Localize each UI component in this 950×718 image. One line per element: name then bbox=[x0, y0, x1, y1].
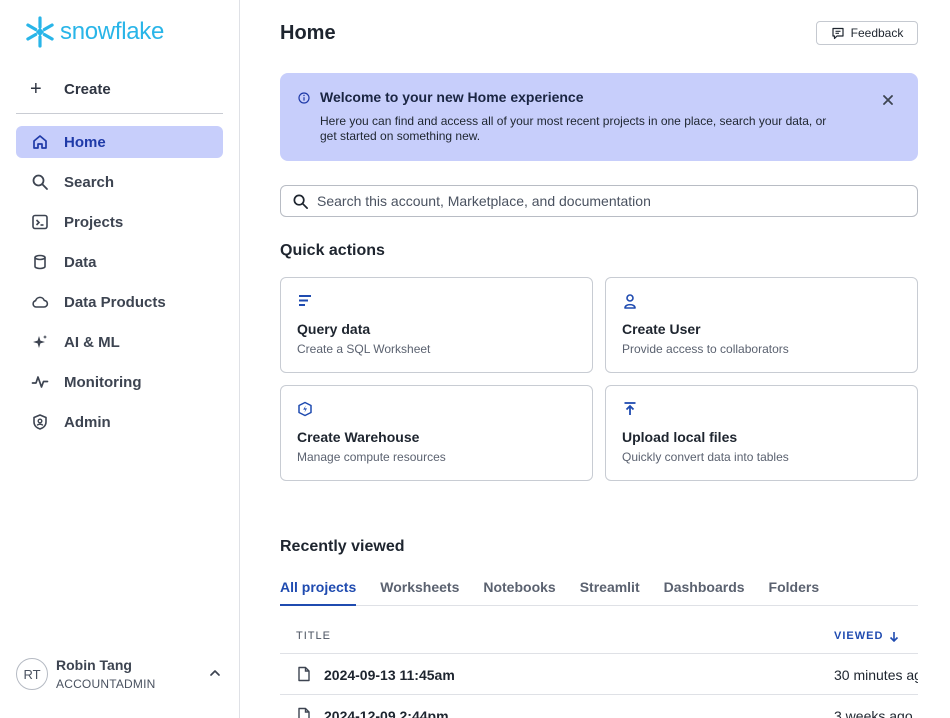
sidebar-item-label: Data bbox=[64, 253, 97, 271]
close-icon[interactable] bbox=[881, 93, 895, 112]
row-viewed: 30 minutes ago bbox=[834, 667, 918, 683]
avatar: RT bbox=[16, 658, 48, 690]
sidebar-item-projects[interactable]: Projects bbox=[16, 206, 223, 238]
card-title: Upload local files bbox=[622, 429, 738, 445]
shield-user-icon bbox=[30, 412, 50, 432]
welcome-banner: Welcome to your new Home experience Here… bbox=[280, 73, 918, 161]
create-label: Create bbox=[64, 80, 111, 98]
tab-dashboards[interactable]: Dashboards bbox=[664, 576, 745, 606]
search-bar[interactable] bbox=[280, 185, 918, 217]
sidebar-item-ai-ml[interactable]: AI & ML bbox=[16, 326, 223, 358]
feedback-label: Feedback bbox=[850, 26, 904, 40]
card-title: Create User bbox=[622, 321, 701, 337]
recent-tabs: All projects Worksheets Notebooks Stream… bbox=[280, 576, 918, 606]
tab-streamlit[interactable]: Streamlit bbox=[580, 576, 640, 606]
sidebar-item-monitoring[interactable]: Monitoring bbox=[16, 366, 223, 398]
arrow-down-icon bbox=[890, 631, 899, 642]
quick-action-create-user[interactable]: Create User Provide access to collaborat… bbox=[605, 277, 918, 373]
tab-worksheets[interactable]: Worksheets bbox=[380, 576, 459, 606]
card-subtitle: Provide access to collaborators bbox=[622, 342, 789, 356]
page-title: Home bbox=[280, 22, 336, 44]
card-subtitle: Quickly convert data into tables bbox=[622, 450, 789, 464]
sidebar-item-label: Projects bbox=[64, 213, 124, 231]
sidebar-item-label: Admin bbox=[64, 413, 111, 431]
chevron-up-icon[interactable] bbox=[208, 666, 222, 685]
info-icon bbox=[298, 91, 310, 109]
banner-title: Welcome to your new Home experience bbox=[320, 89, 584, 105]
column-viewed-label: VIEWED bbox=[834, 630, 884, 642]
sidebar-item-label: Search bbox=[64, 173, 115, 191]
upload-icon bbox=[622, 401, 638, 422]
table-header: TITLE VIEWED bbox=[280, 620, 918, 654]
recently-viewed-title: Recently viewed bbox=[280, 538, 405, 555]
file-icon bbox=[296, 707, 312, 718]
warehouse-icon bbox=[297, 401, 313, 422]
sidebar-item-label: Data Products bbox=[64, 293, 166, 311]
row-viewed: 3 weeks ago bbox=[834, 708, 913, 718]
card-subtitle: Manage compute resources bbox=[297, 450, 446, 464]
user-role: ACCOUNTADMIN bbox=[56, 677, 156, 691]
worksheet-icon bbox=[297, 293, 313, 314]
logo-text: snowflake bbox=[60, 18, 165, 45]
home-icon bbox=[30, 132, 50, 152]
card-subtitle: Create a SQL Worksheet bbox=[297, 342, 431, 356]
tab-all-projects[interactable]: All projects bbox=[280, 576, 357, 606]
cloud-icon bbox=[30, 292, 50, 312]
plus-icon: + bbox=[30, 78, 42, 100]
sidebar: snowflake + Create Home Search Projects bbox=[0, 0, 240, 718]
recent-table: TITLE VIEWED 2024-09-13 11:45am 30 minut… bbox=[280, 620, 918, 718]
row-title: 2024-12-09 2:44pm bbox=[324, 708, 449, 718]
sidebar-item-home[interactable]: Home bbox=[16, 126, 223, 158]
tab-notebooks[interactable]: Notebooks bbox=[483, 576, 555, 606]
sidebar-item-label: Monitoring bbox=[64, 373, 142, 391]
sidebar-item-data[interactable]: Data bbox=[16, 246, 223, 278]
sidebar-item-admin[interactable]: Admin bbox=[16, 406, 223, 438]
sidebar-divider bbox=[16, 113, 223, 114]
quick-action-create-warehouse[interactable]: Create Warehouse Manage compute resource… bbox=[280, 385, 593, 481]
quick-action-query-data[interactable]: Query data Create a SQL Worksheet bbox=[280, 277, 593, 373]
user-name: Robin Tang bbox=[56, 657, 132, 673]
activity-icon bbox=[30, 372, 50, 392]
file-icon bbox=[296, 666, 312, 687]
user-menu[interactable]: RT Robin Tang ACCOUNTADMIN bbox=[16, 656, 226, 692]
comment-icon bbox=[832, 27, 844, 40]
quick-action-upload-files[interactable]: Upload local files Quickly convert data … bbox=[605, 385, 918, 481]
user-info: Robin Tang ACCOUNTADMIN bbox=[56, 657, 156, 691]
card-title: Create Warehouse bbox=[297, 429, 420, 445]
tab-folders[interactable]: Folders bbox=[769, 576, 820, 606]
banner-text: Here you can find and access all of your… bbox=[320, 114, 827, 143]
terminal-icon bbox=[30, 212, 50, 232]
sidebar-item-label: Home bbox=[64, 133, 106, 151]
snowflake-icon bbox=[26, 16, 54, 48]
sidebar-item-data-products[interactable]: Data Products bbox=[16, 286, 223, 318]
sidebar-item-label: AI & ML bbox=[64, 333, 120, 351]
table-row[interactable]: 2024-12-09 2:44pm 3 weeks ago bbox=[280, 695, 918, 718]
feedback-button[interactable]: Feedback bbox=[816, 21, 918, 45]
sparkle-icon bbox=[30, 332, 50, 352]
create-button[interactable]: + Create bbox=[16, 74, 223, 104]
card-title: Query data bbox=[297, 321, 371, 337]
quick-actions-title: Quick actions bbox=[280, 242, 385, 259]
search-icon bbox=[293, 194, 308, 209]
search-icon bbox=[30, 172, 50, 192]
database-icon bbox=[30, 252, 50, 272]
column-viewed-sort[interactable]: VIEWED bbox=[834, 630, 899, 642]
snowflake-logo[interactable]: snowflake bbox=[24, 16, 164, 48]
row-title: 2024-09-13 11:45am bbox=[324, 667, 455, 683]
column-title: TITLE bbox=[296, 630, 331, 642]
table-row[interactable]: 2024-09-13 11:45am 30 minutes ago bbox=[280, 654, 918, 695]
sidebar-nav: Home Search Projects Data Data Products bbox=[16, 126, 223, 446]
search-input[interactable] bbox=[317, 193, 897, 209]
sidebar-item-search[interactable]: Search bbox=[16, 166, 223, 198]
user-icon bbox=[622, 293, 638, 314]
